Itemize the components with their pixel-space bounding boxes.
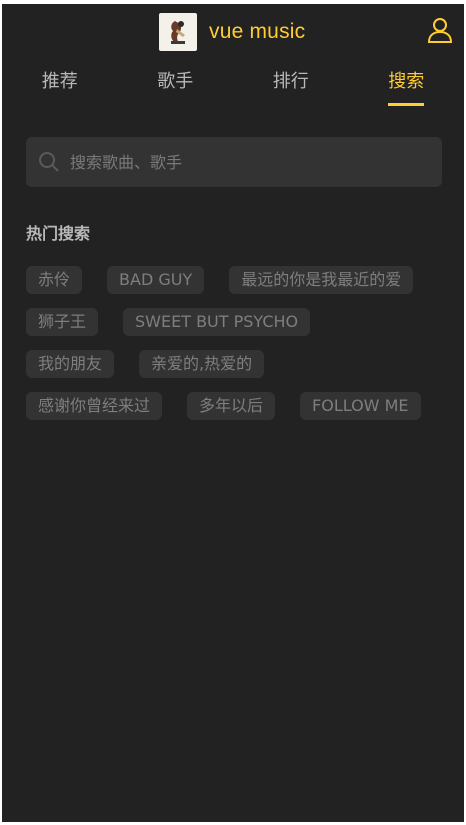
hot-search-item[interactable]: 我的朋友 (26, 350, 115, 378)
hot-search-item[interactable]: 感谢你曾经来过 (26, 392, 163, 420)
tab-search[interactable]: 搜索 (349, 60, 465, 106)
tab-label: 搜索 (388, 71, 425, 92)
hot-search-section: 热门搜索 赤伶 BAD GUY 最远的你是我最近的爱 狮子王 SWEET BUT… (26, 222, 446, 434)
header: vue music (2, 4, 464, 60)
app-title: vue music (209, 20, 306, 43)
app-root: vue music 推荐 歌手 排行 搜索 热门搜索 赤伶 (2, 4, 464, 822)
hot-search-item[interactable]: 最远的你是我最近的爱 (229, 266, 414, 294)
user-icon[interactable] (426, 16, 454, 44)
active-tab-indicator (388, 103, 425, 106)
hot-search-item[interactable]: 多年以后 (187, 392, 276, 420)
tab-label: 歌手 (157, 71, 194, 92)
hot-search-list: 赤伶 BAD GUY 最远的你是我最近的爱 狮子王 SWEET BUT PSYC… (26, 266, 446, 434)
search-input[interactable] (70, 137, 442, 187)
hot-search-item[interactable]: BAD GUY (107, 266, 205, 294)
tab-label: 排行 (272, 71, 309, 92)
hot-search-item[interactable]: FOLLOW ME (300, 392, 421, 420)
tab-bar: 推荐 歌手 排行 搜索 (2, 60, 465, 106)
tab-singer[interactable]: 歌手 (118, 60, 234, 104)
hot-search-item[interactable]: 亲爱的,热爱的 (139, 350, 265, 378)
hot-search-title: 热门搜索 (26, 224, 91, 243)
tab-rank[interactable]: 排行 (233, 60, 349, 104)
search-icon (39, 152, 59, 172)
tab-recommend[interactable]: 推荐 (2, 60, 118, 104)
album-cover-logo (159, 13, 197, 51)
brand: vue music (159, 12, 305, 52)
logo-illustration (161, 15, 195, 49)
hot-search-item[interactable]: SWEET BUT PSYCHO (123, 308, 311, 336)
search-box[interactable] (26, 137, 442, 187)
hot-search-item[interactable]: 赤伶 (26, 266, 83, 294)
hot-search-item[interactable]: 狮子王 (26, 308, 99, 336)
tab-label: 推荐 (41, 71, 78, 92)
